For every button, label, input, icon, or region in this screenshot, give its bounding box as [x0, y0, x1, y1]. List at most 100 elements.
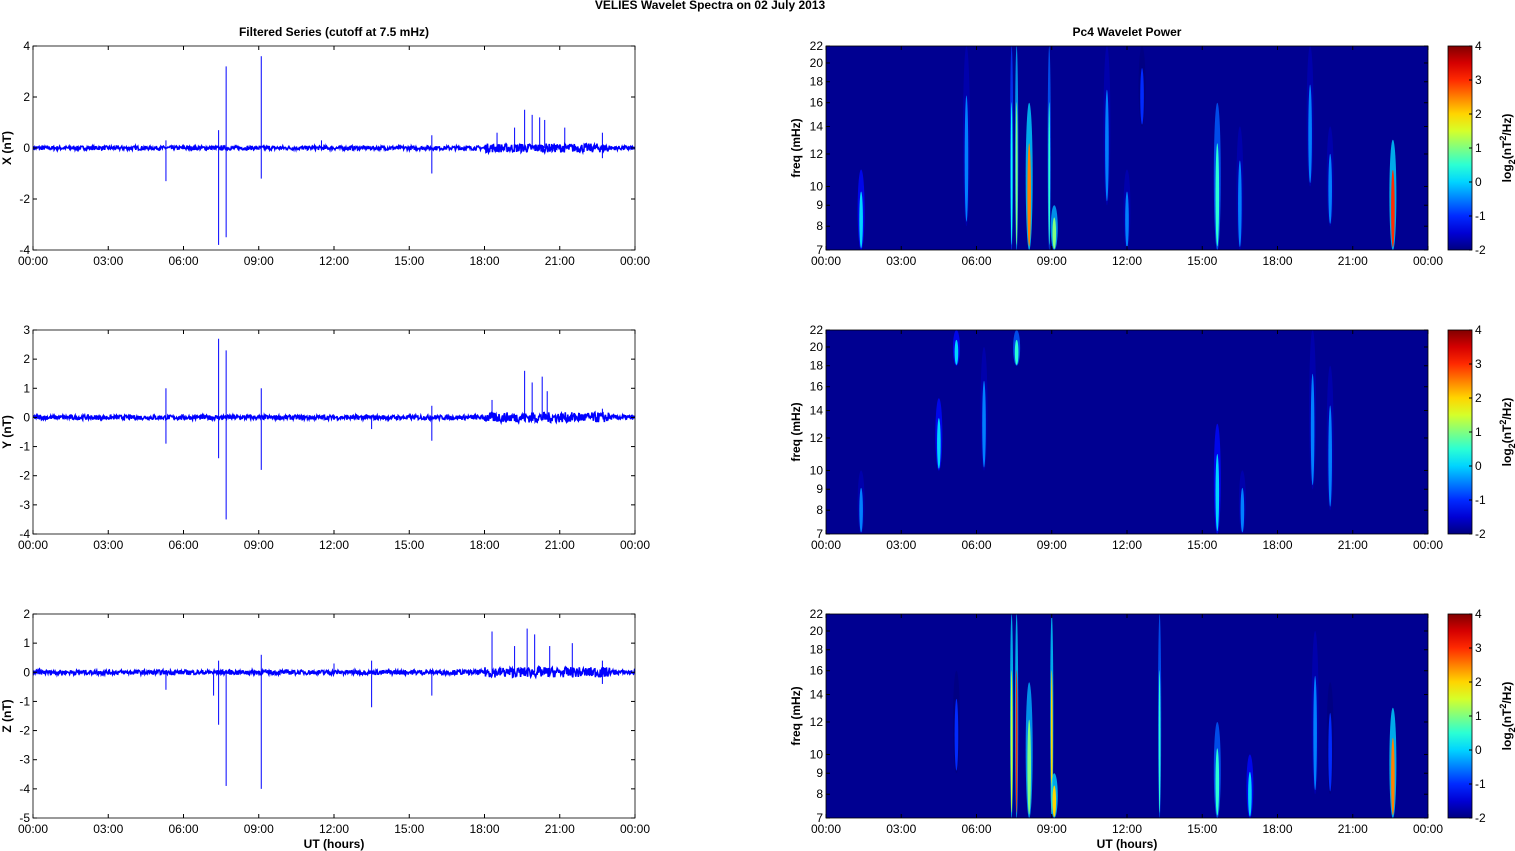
- y-tick-label: 1: [23, 636, 30, 650]
- y-tick-label: 10: [810, 463, 824, 477]
- y-tick-label: 7: [816, 811, 823, 825]
- x-tick-label: 09:00: [244, 254, 274, 268]
- plot-area: [826, 46, 1428, 250]
- wavelet-burst: [1248, 771, 1252, 817]
- wavelet-burst: [1105, 89, 1109, 202]
- y-tick-label: 14: [810, 120, 824, 134]
- panel-6: -2-101234log2(nT2/Hz)00:0003:0006:0009:0…: [789, 607, 1515, 851]
- colorbar: [1447, 329, 1473, 535]
- x-tick-label: 15:00: [394, 538, 424, 552]
- x-tick-label: 21:00: [1338, 254, 1368, 268]
- y-axis-label: X (nT): [0, 131, 14, 165]
- wavelet-burst: [1010, 102, 1013, 245]
- colorbar-tick-label: 1: [1475, 141, 1482, 155]
- y-tick-label: 22: [810, 323, 824, 337]
- x-tick-label: 03:00: [886, 254, 916, 268]
- colorbar-tick-label: 4: [1475, 607, 1482, 621]
- x-tick-label: 21:00: [1338, 538, 1368, 552]
- wavelet-burst: [982, 380, 986, 468]
- wavelet-burst: [1240, 487, 1245, 533]
- y-tick-label: -5: [19, 811, 30, 825]
- y-tick-label: -1: [19, 694, 30, 708]
- x-tick-label: 12:00: [1112, 822, 1142, 836]
- y-tick-label: 14: [810, 404, 824, 418]
- panel-title: Filtered Series (cutoff at 7.5 mHz): [239, 25, 429, 39]
- x-tick-label: 21:00: [545, 822, 575, 836]
- wavelet-burst: [1140, 68, 1144, 125]
- y-tick-label: 12: [810, 431, 824, 445]
- x-tick-label: 15:00: [394, 254, 424, 268]
- x-tick-label: 09:00: [1037, 254, 1067, 268]
- series-line: [33, 410, 635, 426]
- x-tick-label: 18:00: [469, 254, 499, 268]
- wavelet-burst: [1215, 748, 1220, 816]
- y-tick-label: 20: [810, 340, 824, 354]
- x-tick-label: 03:00: [93, 254, 123, 268]
- y-axis-label: freq (mHz): [789, 686, 803, 745]
- axes-box: [32, 613, 636, 819]
- y-tick-label: -2: [19, 192, 30, 206]
- colorbar-tick-label: 2: [1475, 675, 1482, 689]
- x-tick-label: 12:00: [1112, 538, 1142, 552]
- x-tick-label: 12:00: [319, 254, 349, 268]
- wavelet-burst: [1238, 160, 1242, 247]
- plot-area: [33, 628, 635, 789]
- colorbar-tick-label: 3: [1475, 73, 1482, 87]
- y-tick-label: 2: [23, 607, 30, 621]
- panel-5: -2-101234log2(nT2/Hz)00:0003:0006:0009:0…: [789, 323, 1515, 552]
- colorbar-tick-label: 0: [1475, 459, 1482, 473]
- y-tick-label: 0: [23, 410, 30, 424]
- wavelet-burst: [1313, 675, 1317, 791]
- wavelet-burst: [1328, 405, 1332, 507]
- x-tick-label: 06:00: [168, 538, 198, 552]
- wavelet-burst: [1015, 102, 1018, 245]
- y-tick-label: 7: [816, 527, 823, 541]
- x-tick-label: 00:00: [1413, 254, 1443, 268]
- y-tick-label: 4: [23, 39, 30, 53]
- x-tick-label: 12:00: [319, 822, 349, 836]
- plot-area: [33, 56, 635, 245]
- y-tick-label: -3: [19, 498, 30, 512]
- plot-area: [826, 614, 1428, 818]
- colorbar-tick-label: -2: [1475, 527, 1486, 541]
- y-tick-label: 8: [816, 787, 823, 801]
- x-tick-label: 21:00: [545, 254, 575, 268]
- y-tick-label: -3: [19, 753, 30, 767]
- panel-2: 00:00 03:00 06:00 09:00 12:00 15:00 18:00 21:00…: [0, 323, 650, 552]
- y-axis-label: Y (nT): [0, 415, 14, 449]
- wavelet-burst: [1027, 719, 1031, 815]
- wavelet-burst: [1015, 670, 1018, 813]
- panel-title: Pc4 Wavelet Power: [1073, 25, 1182, 39]
- wavelet-burst: [1215, 454, 1220, 532]
- wavelet-burst: [1014, 339, 1019, 365]
- wavelet-burst: [937, 418, 941, 469]
- colorbar-tick-label: 2: [1475, 391, 1482, 405]
- x-tick-label: 21:00: [545, 538, 575, 552]
- colorbar-tick-label: 0: [1475, 175, 1482, 189]
- y-tick-label: -4: [19, 243, 30, 257]
- wavelet-burst: [1052, 785, 1057, 817]
- x-tick-label: 12:00: [319, 538, 349, 552]
- x-tick-label: 06:00: [168, 822, 198, 836]
- x-axis-label: UT (hours): [304, 837, 365, 851]
- x-tick-label: 09:00: [1037, 822, 1067, 836]
- colorbar: [1447, 45, 1473, 251]
- y-tick-label: 3: [23, 323, 30, 337]
- y-tick-label: 16: [810, 96, 824, 110]
- y-tick-label: 2: [23, 352, 30, 366]
- y-tick-label: 8: [816, 219, 823, 233]
- y-tick-label: 0: [23, 665, 30, 679]
- x-tick-label: 15:00: [1187, 822, 1217, 836]
- y-tick-label: 0: [23, 141, 30, 155]
- y-tick-label: -2: [19, 724, 30, 738]
- colorbar-tick-label: 2: [1475, 107, 1482, 121]
- x-tick-label: 18:00: [469, 538, 499, 552]
- colorbar-tick-label: -1: [1475, 209, 1486, 223]
- y-axis-label: freq (mHz): [789, 118, 803, 177]
- colorbar-tick-label: 0: [1475, 743, 1482, 757]
- y-tick-label: 22: [810, 39, 824, 53]
- x-tick-label: 06:00: [168, 254, 198, 268]
- x-tick-label: 00:00: [1413, 538, 1443, 552]
- y-axis-label: freq (mHz): [789, 402, 803, 461]
- x-tick-label: 09:00: [1037, 538, 1067, 552]
